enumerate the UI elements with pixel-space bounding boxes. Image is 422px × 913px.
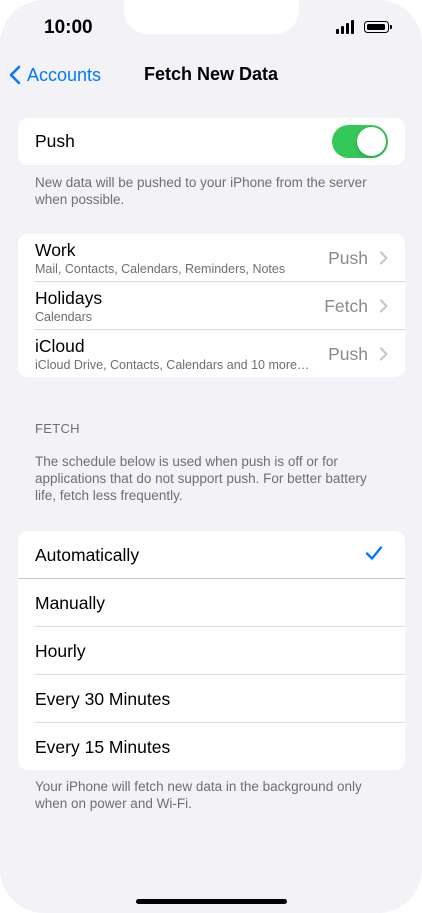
account-value: Push bbox=[328, 248, 368, 268]
account-detail: Mail, Contacts, Calendars, Reminders, No… bbox=[35, 262, 286, 276]
account-name: Holidays bbox=[35, 288, 103, 308]
status-time: 10:00 bbox=[44, 17, 93, 38]
push-group: Push bbox=[18, 118, 405, 165]
push-toggle[interactable] bbox=[332, 125, 388, 158]
account-detail: Calendars bbox=[35, 310, 92, 324]
fetch-description: The schedule below is used when push is … bbox=[35, 454, 367, 503]
account-row-holidays[interactable]: Holidays Calendars Fetch bbox=[18, 282, 405, 330]
fetch-option-hourly[interactable]: Hourly bbox=[18, 627, 405, 675]
fetch-section-header: FETCH bbox=[35, 421, 80, 436]
page-title: Fetch New Data bbox=[143, 64, 279, 84]
push-label: Push bbox=[35, 131, 75, 151]
fetch-option-every-15-minutes[interactable]: Every 15 Minutes bbox=[18, 723, 405, 770]
chevron-right-icon bbox=[380, 251, 388, 265]
account-name: Work bbox=[35, 240, 76, 260]
fetch-option-label: Manually bbox=[35, 593, 106, 613]
chevron-right-icon bbox=[380, 347, 388, 361]
notch bbox=[124, 0, 299, 34]
account-value: Push bbox=[328, 344, 368, 364]
checkmark-icon bbox=[365, 546, 383, 560]
fetch-options-group: Automatically Manually Hourly Every 30 M… bbox=[18, 531, 405, 770]
account-row-icloud[interactable]: iCloud iCloud Drive, Contacts, Calendars… bbox=[18, 330, 405, 377]
fetch-option-manually[interactable]: Manually bbox=[18, 579, 405, 627]
push-row: Push bbox=[18, 118, 405, 165]
account-detail: iCloud Drive, Contacts, Calendars and 10… bbox=[35, 358, 310, 372]
fetch-footnote: Your iPhone will fetch new data in the b… bbox=[35, 779, 362, 811]
status-icons bbox=[336, 20, 396, 34]
battery-icon bbox=[364, 21, 389, 33]
account-value: Fetch bbox=[324, 296, 368, 316]
home-indicator[interactable] bbox=[136, 899, 287, 904]
fetch-option-label: Every 30 Minutes bbox=[35, 689, 171, 709]
fetch-option-automatically[interactable]: Automatically bbox=[18, 531, 405, 579]
accounts-group: Work Mail, Contacts, Calendars, Reminder… bbox=[18, 234, 405, 377]
fetch-option-label: Hourly bbox=[35, 641, 86, 661]
phone-screen: 10:00 Accounts Fetch New Data Push New d… bbox=[0, 0, 422, 913]
toggle-knob bbox=[357, 127, 386, 156]
push-footnote: New data will be pushed to your iPhone f… bbox=[35, 175, 367, 207]
fetch-option-label: Every 15 Minutes bbox=[35, 737, 171, 757]
chevron-right-icon bbox=[380, 299, 388, 313]
account-row-work[interactable]: Work Mail, Contacts, Calendars, Reminder… bbox=[18, 234, 405, 282]
account-name: iCloud bbox=[35, 336, 85, 356]
fetch-option-every-30-minutes[interactable]: Every 30 Minutes bbox=[18, 675, 405, 723]
fetch-option-label: Automatically bbox=[35, 545, 140, 565]
